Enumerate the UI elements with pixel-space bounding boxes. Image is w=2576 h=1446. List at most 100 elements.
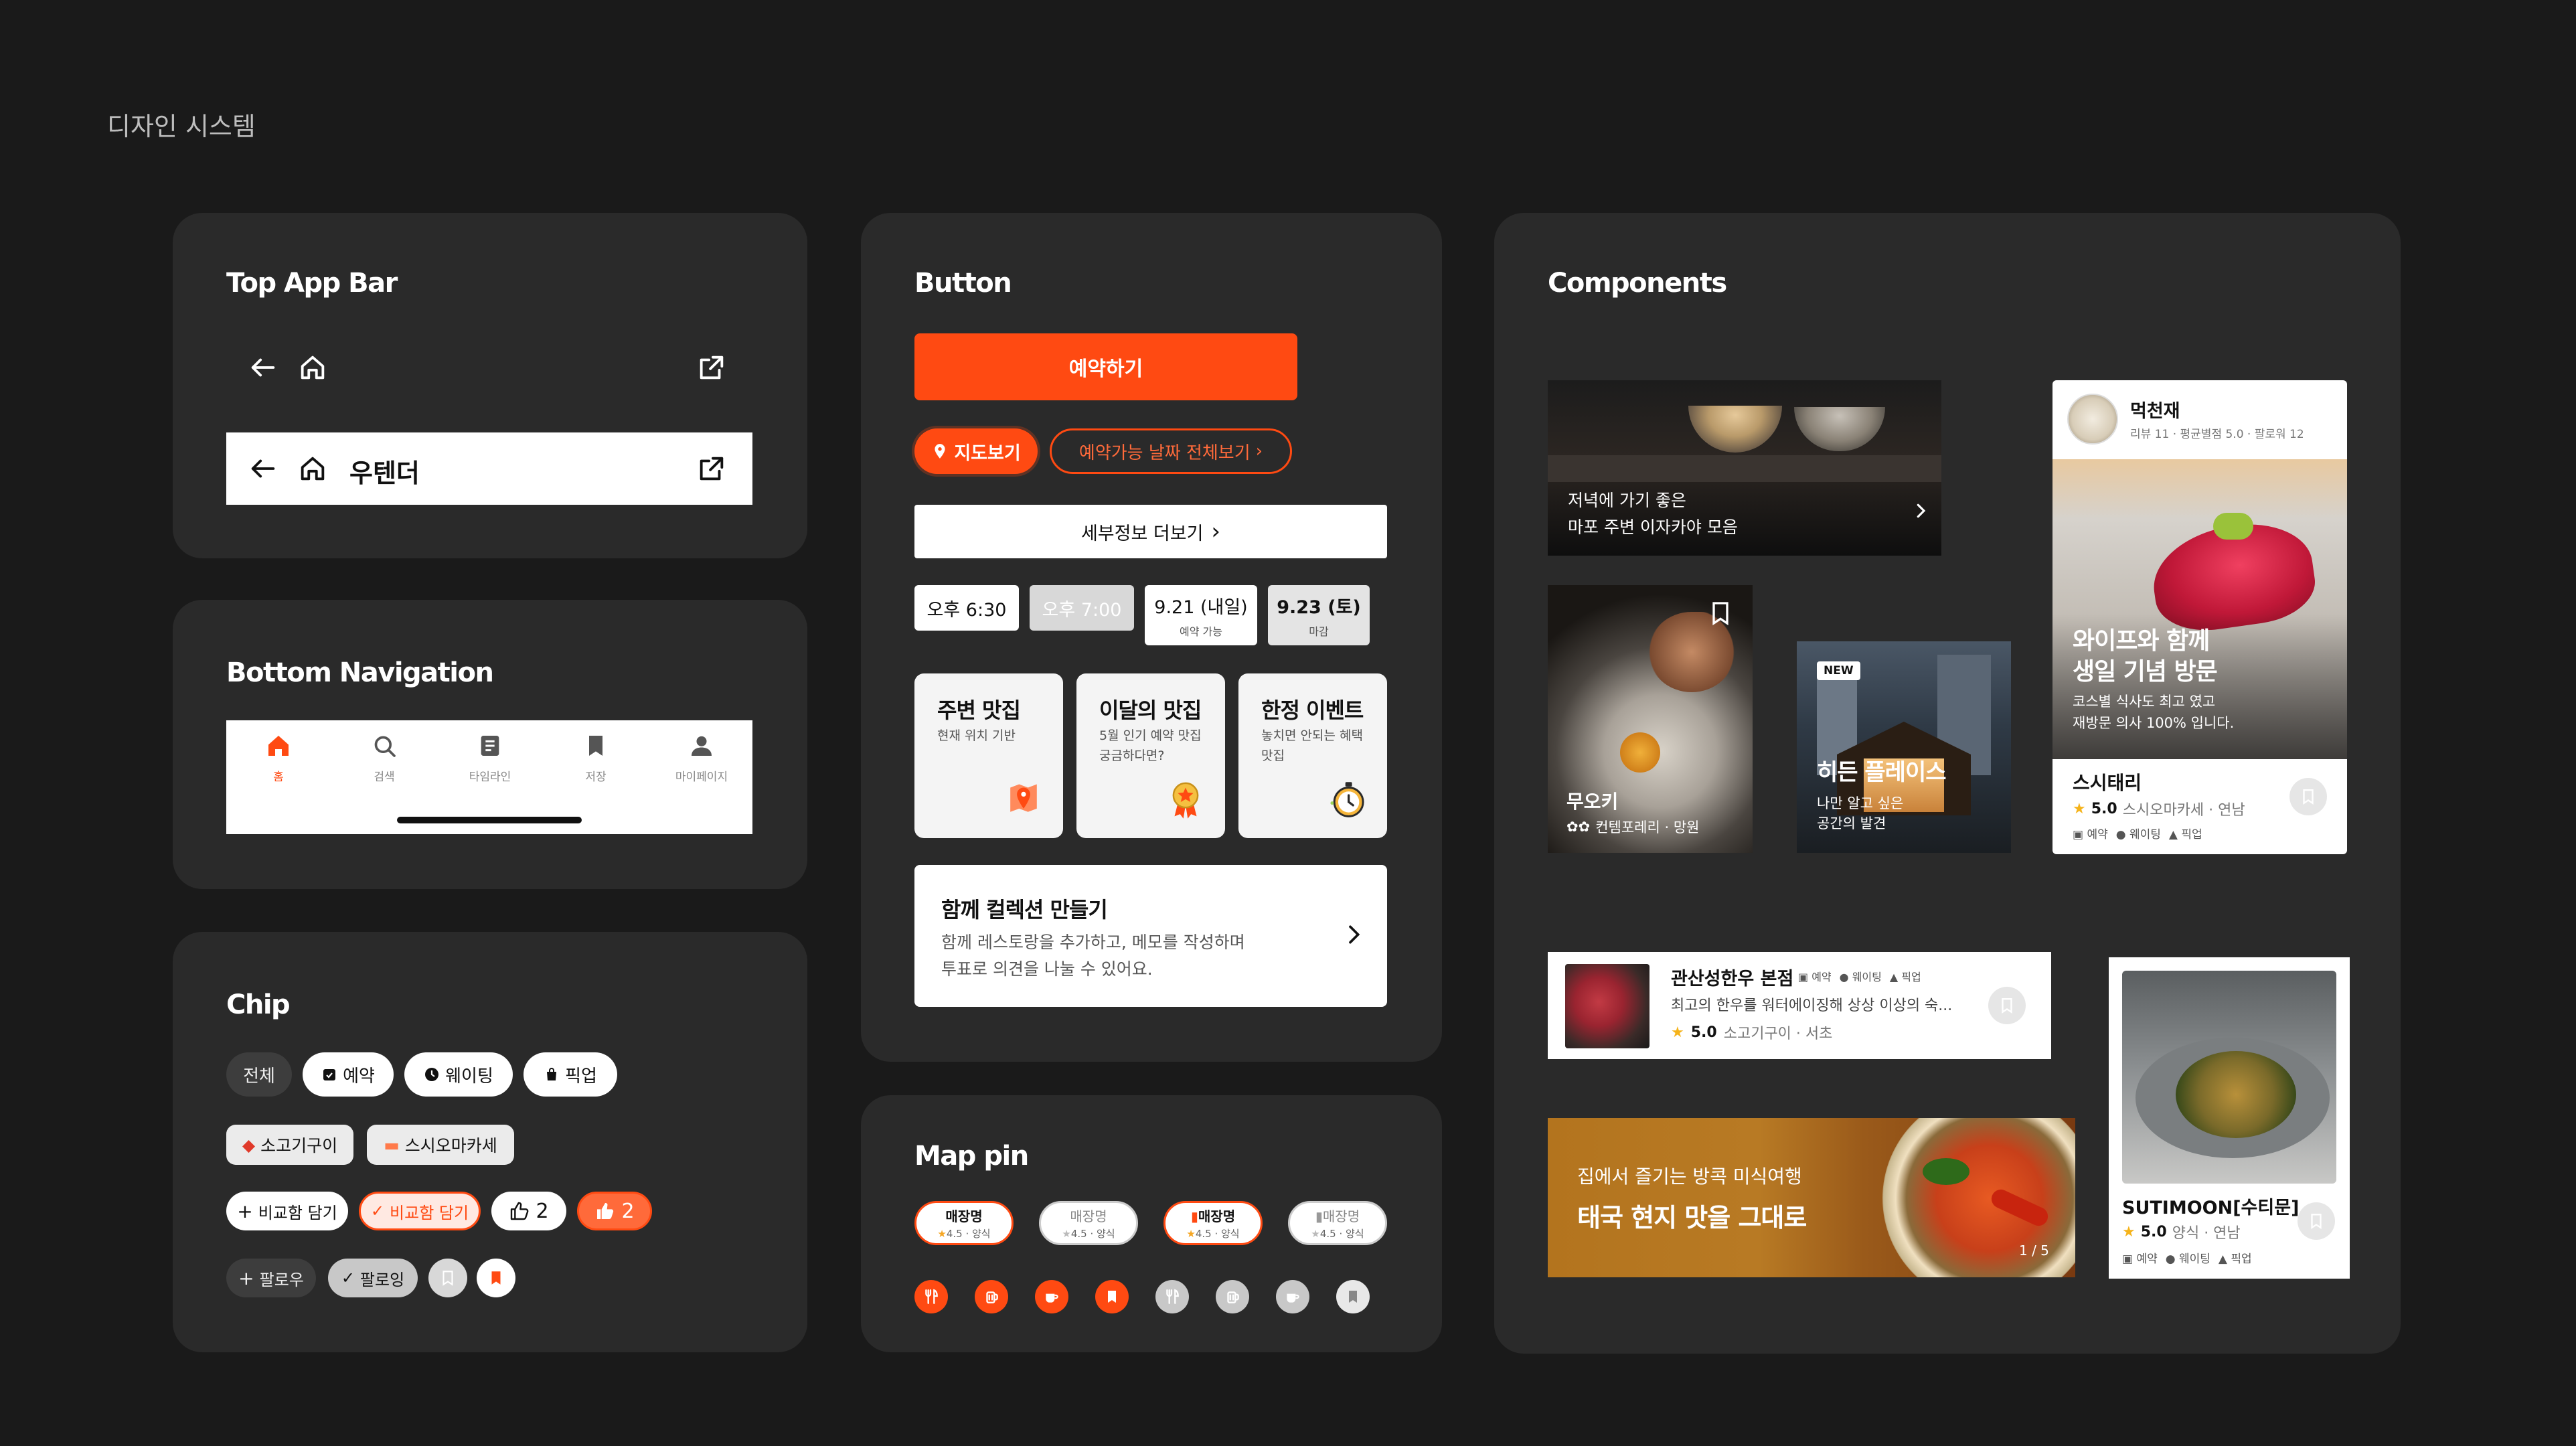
map-dot-cafe[interactable] <box>1035 1280 1068 1313</box>
chip-add-compare-selected[interactable]: ✓ 비교함 담기 <box>359 1192 481 1230</box>
chip-all[interactable]: 전체 <box>226 1052 292 1097</box>
map-dot-cafe-inactive[interactable] <box>1276 1280 1309 1313</box>
avatar <box>2067 394 2118 445</box>
chip-bookmark-active[interactable] <box>477 1259 515 1297</box>
time-slot-chip[interactable]: 오후 6:30 <box>914 585 1019 631</box>
hidden-place-card[interactable]: NEW 히든 플레이스 나만 알고 싶은 공간의 발견 <box>1797 641 2011 853</box>
chip-like-count[interactable]: 2 <box>491 1192 566 1230</box>
nav-item-search[interactable]: 검색 <box>351 732 418 784</box>
back-arrow-icon[interactable] <box>248 453 278 484</box>
timeline-icon <box>481 736 499 756</box>
check-icon: ✓ <box>370 1202 385 1220</box>
chip-bookmark[interactable] <box>428 1259 467 1297</box>
map-pin-marker-saved[interactable]: ▮매장명 ★4.5 · 양식 <box>1163 1201 1263 1245</box>
nav-item-timeline[interactable]: 타임라인 <box>457 732 524 784</box>
map-dot-bar-inactive[interactable] <box>1216 1280 1249 1313</box>
date-chip[interactable]: 9.21 (내일) 예약 가능 <box>1145 585 1257 645</box>
banner-line-1: 저녁에 가기 좋은 <box>1568 491 1686 510</box>
limited-event-card[interactable]: 한정 이벤트 놓치면 안되는 혜택 맛집 <box>1238 673 1387 838</box>
coffee-cup-icon <box>1046 1293 1058 1303</box>
home-icon[interactable] <box>297 453 328 484</box>
map-dot-saved[interactable] <box>1095 1280 1129 1313</box>
chip-add-compare[interactable]: + 비교함 담기 <box>226 1192 348 1230</box>
service-tag: ▲ 픽업 <box>1889 971 1921 983</box>
chip-panel: Chip 전체 예약 웨이팅 픽업 ◆ 소고기구이 ▬ 스시오마카세 + 비교함… <box>173 932 807 1352</box>
bookmark-outline-icon[interactable] <box>1707 600 1734 627</box>
star-icon: ★ <box>1671 1024 1684 1041</box>
map-dot-saved-inactive[interactable] <box>1336 1280 1370 1313</box>
chevron-right-icon: › <box>1255 441 1263 461</box>
restaurant-name: SUTIMOON[수티문] <box>2122 1198 2300 1218</box>
map-view-button[interactable]: 지도보기 <box>914 428 1038 474</box>
map-pin-marker[interactable]: 매장명 ★4.5 · 양식 <box>914 1201 1014 1245</box>
restaurant-list-item[interactable]: 관산성한우 본점 ▣ 예약 ● 웨이팅 ▲ 픽업 최고의 한우를 워터에이징해 … <box>1548 952 2051 1059</box>
more-detail-button[interactable]: 세부정보 더보기 › <box>914 505 1387 558</box>
plus-icon: + <box>238 1267 254 1289</box>
card-meta: ✿✿ 컨템포레리 · 망원 <box>1566 819 1700 835</box>
bookmark-button[interactable] <box>1988 987 2026 1024</box>
stopwatch-icon <box>1330 782 1364 817</box>
create-collection-card[interactable]: 함께 컬렉션 만들기 함께 레스토랑을 추가하고, 메모를 작성하며 투표로 의… <box>914 865 1387 1007</box>
bookmark-icon <box>1108 1291 1116 1303</box>
bookmark-button[interactable] <box>2298 1202 2335 1240</box>
star-icon: ★ <box>1062 1228 1071 1240</box>
nav-item-home[interactable]: 홈 <box>245 732 312 784</box>
chip-like-count-active[interactable]: 2 <box>577 1192 652 1230</box>
review-card[interactable]: 먹천재 리뷰 11 · 평균별점 5.0 · 팔로워 12 와이프와 함께 생일… <box>2052 380 2347 854</box>
home-icon <box>268 736 289 756</box>
reserve-button[interactable]: 예약하기 <box>914 333 1297 400</box>
nav-item-mypage[interactable]: 마이페이지 <box>668 732 735 784</box>
map-pin-marker[interactable]: 매장명 ★4.5 · 양식 <box>1039 1201 1138 1245</box>
map-pin-marker-saved[interactable]: ▮매장명 ★4.5 · 양식 <box>1288 1201 1387 1245</box>
share-external-icon[interactable] <box>696 453 727 484</box>
collection-desc-2: 투표로 의견을 나눌 수 있어요. <box>941 959 1153 979</box>
clock-icon <box>425 1068 439 1081</box>
card-line-2: 공간의 발견 <box>1817 815 1886 831</box>
section-title: Button <box>914 268 1012 299</box>
bookmark-icon: ▮ <box>1315 1208 1323 1224</box>
back-arrow-icon[interactable] <box>248 352 278 383</box>
chip-label: 팔로잉 <box>359 1270 405 1289</box>
map-dot-bar[interactable] <box>975 1280 1008 1313</box>
pin-name: ▮매장명 <box>1315 1208 1360 1224</box>
bookmark-outline-icon <box>2303 789 2314 805</box>
chip-beef-grill[interactable]: ◆ 소고기구이 <box>226 1125 353 1165</box>
izakaya-collection-banner[interactable]: 저녁에 가기 좋은 마포 주변 이자카야 모음 <box>1548 380 1941 556</box>
nav-item-saved[interactable]: 저장 <box>562 732 629 784</box>
plus-icon: + <box>237 1200 253 1222</box>
service-tag: ▣ 예약 <box>2073 828 2108 841</box>
time-slot-chip-disabled: 오후 7:00 <box>1030 585 1134 631</box>
nearby-restaurants-card[interactable]: 주변 맛집 현재 위치 기반 <box>914 673 1063 838</box>
map-dot-restaurant-inactive[interactable] <box>1155 1280 1189 1313</box>
restaurant-vertical-card[interactable]: SUTIMOON[수티문] ★ 5.0 양식 · 연남 ▣ 예약 ● 웨이팅 ▲… <box>2109 957 2350 1279</box>
chip-sushi-omakase[interactable]: ▬ 스시오마카세 <box>367 1125 514 1165</box>
chip-label: 비교함 담기 <box>258 1203 337 1222</box>
chip-reservation[interactable]: 예약 <box>303 1052 394 1097</box>
app-bar-title: 우텐더 <box>349 459 420 488</box>
chip-following[interactable]: ✓ 팔로잉 <box>328 1259 418 1297</box>
view-all-dates-button[interactable]: 예약가능 날짜 전체보기 › <box>1050 428 1292 474</box>
star-icon: ★ <box>937 1228 947 1240</box>
date-sub-label: 예약 가능 <box>1180 625 1222 638</box>
date-chip-closed[interactable]: 9.23 (토) 마감 <box>1268 585 1370 645</box>
restaurant-photo-card-muoki[interactable]: 무오키 ✿✿ 컨템포레리 · 망원 <box>1548 585 1753 853</box>
chip-waiting[interactable]: 웨이팅 <box>404 1052 513 1097</box>
promo-banner[interactable]: 집에서 즐기는 방콕 미식여행 태국 현지 맛을 그대로 1 / 5 <box>1548 1118 2075 1277</box>
badge-icon: ✿✿ <box>1566 819 1591 835</box>
map-dot-restaurant[interactable] <box>914 1280 948 1313</box>
pin-meta: ★4.5 · 양식 <box>1311 1228 1364 1240</box>
service-tags: ▣ 예약 ● 웨이팅 ▲ 픽업 <box>2122 1249 2252 1266</box>
chip-follow[interactable]: + 팔로우 <box>226 1259 316 1297</box>
like-count: 2 <box>621 1199 635 1223</box>
nav-label: 마이페이지 <box>675 771 728 784</box>
bookmark-icon <box>589 736 602 756</box>
pin-meta: ★4.5 · 양식 <box>1062 1228 1115 1240</box>
components-panel: Components 저녁에 가기 좋은 마포 주변 이자카야 모음 무오키 ✿… <box>1494 213 2401 1354</box>
chevron-right-icon: › <box>1211 518 1221 545</box>
bookmark-button[interactable] <box>2289 778 2327 815</box>
share-external-icon[interactable] <box>696 352 727 383</box>
monthly-restaurants-card[interactable]: 이달의 맛집 5월 인기 예약 맛집 궁금하다면? <box>1076 673 1225 838</box>
place-name: 스시태리 <box>2073 772 2142 794</box>
home-icon[interactable] <box>297 352 328 383</box>
chip-pickup[interactable]: 픽업 <box>524 1052 617 1097</box>
